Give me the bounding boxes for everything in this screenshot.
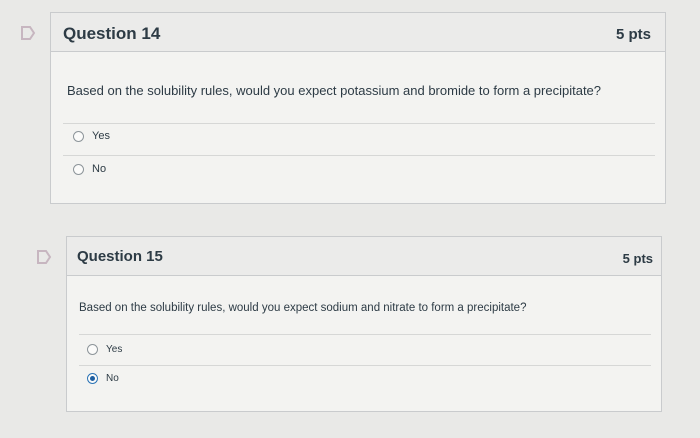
answer-option-yes[interactable]: Yes xyxy=(73,130,110,142)
answer-option-no-selected[interactable]: No xyxy=(87,373,119,384)
flag-question-icon[interactable] xyxy=(20,25,36,41)
question-14-title: Question 14 xyxy=(63,24,161,43)
radio-button-selected[interactable] xyxy=(87,373,98,384)
question-14-divider-2 xyxy=(63,155,655,156)
question-14-header: Question 14 5 pts xyxy=(51,13,665,52)
question-15-card: Question 15 5 pts Based on the solubilit… xyxy=(66,236,662,412)
question-15-divider xyxy=(79,334,651,335)
answer-label: No xyxy=(106,373,119,384)
question-14-card: Question 14 5 pts Based on the solubilit… xyxy=(50,12,666,204)
question-14-divider xyxy=(63,123,655,124)
question-15-header: Question 15 5 pts xyxy=(67,237,661,276)
radio-button[interactable] xyxy=(87,344,98,355)
radio-button[interactable] xyxy=(73,163,84,175)
answer-option-no[interactable]: No xyxy=(73,163,106,175)
question-15-title: Question 15 xyxy=(77,248,163,265)
radio-button[interactable] xyxy=(73,130,84,142)
question-14-text: Based on the solubility rules, would you… xyxy=(67,83,602,98)
question-15-points: 5 pts xyxy=(622,251,653,266)
question-15-text: Based on the solubility rules, would you… xyxy=(79,302,527,314)
answer-label: Yes xyxy=(92,130,110,142)
answer-label: No xyxy=(92,163,107,175)
flag-question-icon[interactable] xyxy=(36,249,52,265)
answer-option-yes[interactable]: Yes xyxy=(87,344,122,355)
question-15-divider-2 xyxy=(79,365,651,366)
answer-label: Yes xyxy=(106,344,123,355)
question-14-points: 5 pts xyxy=(615,26,651,43)
